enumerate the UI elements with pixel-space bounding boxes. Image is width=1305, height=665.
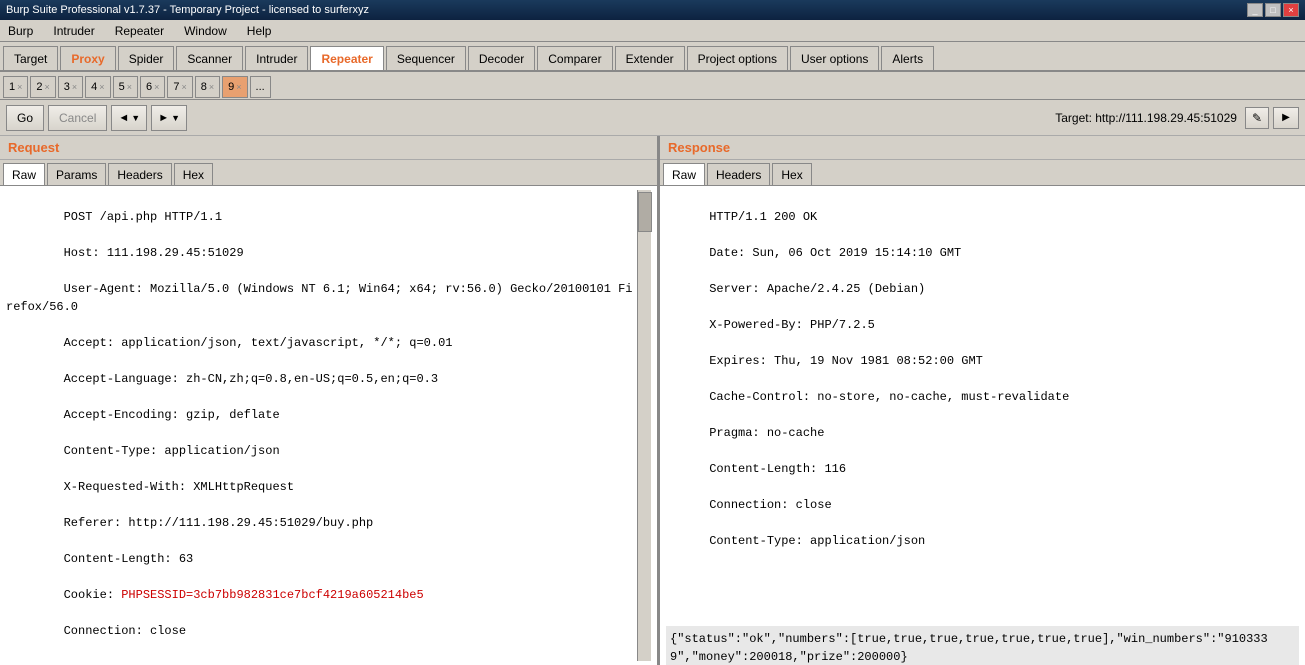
req-line-content-type: Content-Type: application/json — [64, 444, 280, 458]
resp-pragma: Pragma: no-cache — [709, 426, 824, 440]
req-cookie-value: 3cb7bb982831ce7bcf4219a605214be5 — [193, 588, 423, 602]
req-line-connection: Connection: close — [64, 624, 186, 638]
request-label: Request — [0, 136, 657, 160]
forward-arrow-icon: ► — [158, 112, 169, 124]
request-pane: Request Raw Params Headers Hex POST /api… — [0, 136, 660, 665]
request-scrollbar-thumb[interactable] — [638, 192, 652, 232]
tab-target[interactable]: Target — [3, 46, 58, 70]
request-scrollbar[interactable] — [637, 190, 651, 661]
req-sub-tab-hex[interactable]: Hex — [174, 163, 213, 185]
menu-bar: Burp Intruder Repeater Window Help — [0, 20, 1305, 42]
menu-burp[interactable]: Burp — [4, 23, 37, 39]
req-line-host: Host: 111.198.29.45:51029 — [64, 246, 244, 260]
req-line-xrw: X-Requested-With: XMLHttpRequest — [64, 480, 294, 494]
request-tabs-bar: 1 × 2 × 3 × 4 × 5 × 6 × 7 × 8 × 9 × ... — [0, 72, 1305, 100]
resp-content-length: Content-Length: 116 — [709, 462, 846, 476]
menu-window[interactable]: Window — [180, 23, 231, 39]
back-arrow-icon: ◄ — [118, 112, 129, 124]
resp-content-type: Content-Type: application/json — [709, 534, 925, 548]
minimize-button[interactable]: _ — [1247, 3, 1263, 17]
resp-expires: Expires: Thu, 19 Nov 1981 08:52:00 GMT — [709, 354, 983, 368]
resp-sub-tab-headers[interactable]: Headers — [707, 163, 770, 185]
maximize-button[interactable]: □ — [1265, 3, 1281, 17]
nav-back-button[interactable]: ◄ ▼ — [111, 105, 147, 131]
req-sub-tab-params[interactable]: Params — [47, 163, 106, 185]
tab-alerts[interactable]: Alerts — [881, 46, 934, 70]
menu-help[interactable]: Help — [243, 23, 276, 39]
tab-decoder[interactable]: Decoder — [468, 46, 535, 70]
tab-proxy[interactable]: Proxy — [60, 46, 115, 70]
req-tab-3[interactable]: 3 × — [58, 76, 83, 98]
req-tab-1[interactable]: 1 × — [3, 76, 28, 98]
menu-intruder[interactable]: Intruder — [49, 23, 98, 39]
req-cookie-name: PHPSESSID — [121, 588, 186, 602]
target-extra-button[interactable]: ▶ — [1273, 107, 1299, 129]
req-line-accept: Accept: application/json, text/javascrip… — [64, 336, 453, 350]
tab-intruder[interactable]: Intruder — [245, 46, 308, 70]
tab-project-options[interactable]: Project options — [687, 46, 788, 70]
response-content[interactable]: HTTP/1.1 200 OK Date: Sun, 06 Oct 2019 1… — [660, 186, 1305, 665]
edit-icon: ✎ — [1252, 111, 1262, 125]
resp-sub-tab-hex[interactable]: Hex — [772, 163, 811, 185]
req-line-method: POST /api.php HTTP/1.1 — [64, 210, 222, 224]
req-tab-more[interactable]: ... — [250, 76, 271, 98]
req-line-ua: User-Agent: Mozilla/5.0 (Windows NT 6.1;… — [6, 282, 633, 314]
forward-dropdown-icon[interactable]: ▼ — [171, 113, 180, 123]
target-extra-icon: ▶ — [1282, 112, 1290, 123]
tab-spider[interactable]: Spider — [118, 46, 175, 70]
req-line-accept-lang: Accept-Language: zh-CN,zh;q=0.8,en-US;q=… — [64, 372, 438, 386]
resp-sub-tab-raw[interactable]: Raw — [663, 163, 705, 185]
nav-forward-button[interactable]: ► ▼ — [151, 105, 187, 131]
tab-comparer[interactable]: Comparer — [537, 46, 612, 70]
main-content: Request Raw Params Headers Hex POST /api… — [0, 136, 1305, 665]
resp-status: HTTP/1.1 200 OK — [709, 210, 817, 224]
tab-sequencer[interactable]: Sequencer — [386, 46, 466, 70]
resp-cache: Cache-Control: no-store, no-cache, must-… — [709, 390, 1069, 404]
target-edit-button[interactable]: ✎ — [1245, 107, 1269, 129]
resp-server: Server: Apache/2.4.25 (Debian) — [709, 282, 925, 296]
request-text[interactable]: POST /api.php HTTP/1.1 Host: 111.198.29.… — [6, 190, 637, 661]
response-pane: Response Raw Headers Hex HTTP/1.1 200 OK… — [660, 136, 1305, 665]
req-sub-tab-raw[interactable]: Raw — [3, 163, 45, 185]
req-sub-tabs: Raw Params Headers Hex — [0, 160, 657, 186]
title-bar-controls[interactable]: _ □ × — [1247, 3, 1299, 17]
close-button[interactable]: × — [1283, 3, 1299, 17]
tab-extender[interactable]: Extender — [615, 46, 685, 70]
req-tab-4[interactable]: 4 × — [85, 76, 110, 98]
req-line-cookie-prefix: Cookie: — [64, 588, 122, 602]
req-tab-7[interactable]: 7 × — [167, 76, 192, 98]
tab-user-options[interactable]: User options — [790, 46, 879, 70]
tab-repeater[interactable]: Repeater — [310, 46, 383, 70]
req-sub-tab-headers[interactable]: Headers — [108, 163, 171, 185]
resp-sub-tabs: Raw Headers Hex — [660, 160, 1305, 186]
main-tabs: Target Proxy Spider Scanner Intruder Rep… — [0, 42, 1305, 72]
resp-body: {"status":"ok","numbers":[true,true,true… — [666, 626, 1299, 665]
req-tab-2[interactable]: 2 × — [30, 76, 55, 98]
req-tab-6[interactable]: 6 × — [140, 76, 165, 98]
title-text: Burp Suite Professional v1.7.37 - Tempor… — [6, 4, 369, 16]
request-content: POST /api.php HTTP/1.1 Host: 111.198.29.… — [0, 186, 657, 665]
title-bar: Burp Suite Professional v1.7.37 - Tempor… — [0, 0, 1305, 20]
resp-date: Date: Sun, 06 Oct 2019 15:14:10 GMT — [709, 246, 961, 260]
cancel-button[interactable]: Cancel — [48, 105, 107, 131]
resp-connection: Connection: close — [709, 498, 831, 512]
req-line-content-length: Content-Length: 63 — [64, 552, 194, 566]
go-button[interactable]: Go — [6, 105, 44, 131]
req-tab-8[interactable]: 8 × — [195, 76, 220, 98]
req-tab-9[interactable]: 9 × — [222, 76, 247, 98]
req-tab-5[interactable]: 5 × — [113, 76, 138, 98]
target-label: Target: http://111.198.29.45:51029 — [1055, 111, 1237, 125]
back-dropdown-icon[interactable]: ▼ — [131, 113, 140, 123]
toolbar: Go Cancel ◄ ▼ ► ▼ Target: http://111.198… — [0, 100, 1305, 136]
response-label: Response — [660, 136, 1305, 160]
resp-xpowered: X-Powered-By: PHP/7.2.5 — [709, 318, 875, 332]
menu-repeater[interactable]: Repeater — [111, 23, 168, 39]
req-line-referer: Referer: http://111.198.29.45:51029/buy.… — [64, 516, 374, 530]
tab-scanner[interactable]: Scanner — [176, 46, 243, 70]
req-line-accept-enc: Accept-Encoding: gzip, deflate — [64, 408, 280, 422]
